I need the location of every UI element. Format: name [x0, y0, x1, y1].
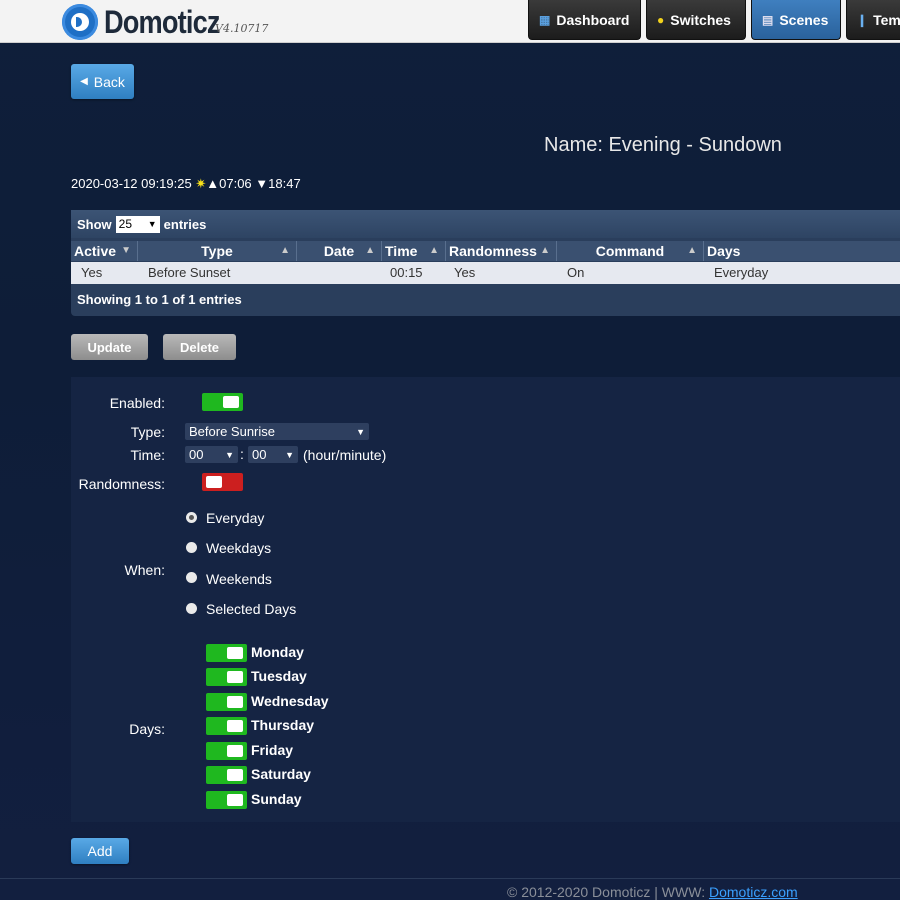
domoticz-logo[interactable]: Domoticz [62, 4, 240, 40]
footer-link[interactable]: Domoticz.com [709, 884, 798, 900]
timers-table: Show 25 ▼ entries Active ▼ Type ▲ Date ▲ Ti… [71, 210, 900, 316]
time-unit-label: (hour/minute) [303, 447, 387, 463]
footer-divider [0, 878, 900, 879]
sunset-time: 18:47 [268, 176, 301, 191]
cell-time: 00:15 [390, 265, 423, 280]
table-length-control: Show 25 ▼ entries [71, 210, 900, 238]
cell-type: Before Sunset [148, 265, 231, 280]
cell-days: Everyday [714, 265, 769, 280]
day-label: Saturday [251, 766, 311, 782]
column-header-days[interactable]: Days [704, 241, 900, 261]
back-button[interactable]: ◀ Back [71, 64, 134, 99]
add-button[interactable]: Add [71, 838, 129, 864]
column-header-type[interactable]: Type ▲ [138, 241, 297, 261]
time-label: Time: [130, 447, 165, 463]
sort-desc-icon: ▼ [121, 245, 131, 256]
day-toggle-wednesday[interactable] [206, 693, 247, 711]
when-option-label: Weekdays [206, 540, 272, 556]
column-header-time[interactable]: Time ▲ [382, 241, 446, 261]
tab-scenes[interactable]: ▤ Scenes [751, 0, 841, 40]
sunrise-time: 07:06 [219, 176, 252, 191]
day-label: Sunday [251, 791, 302, 807]
cell-randomness: Yes [454, 265, 476, 280]
randomness-toggle[interactable] [202, 473, 243, 491]
entries-label: entries [163, 216, 207, 232]
cell-command: On [567, 265, 585, 280]
table-header: Active ▼ Type ▲ Date ▲ Time ▲ Randomness ▲ Co… [71, 241, 900, 261]
column-header-randomness[interactable]: Randomness ▲ [446, 241, 557, 261]
domoticz-logo-icon [62, 4, 98, 40]
when-option-label: Weekends [206, 571, 272, 587]
day-label: Thursday [251, 717, 315, 733]
cell-active: Yes [81, 265, 103, 280]
datetime-bar: 2020-03-12 09:19:25 ✷▲07:06 ▼18:47 [71, 176, 301, 192]
show-label: Show [77, 216, 112, 232]
tab-switches[interactable]: ● Switches [646, 0, 746, 40]
when-radio-weekends[interactable] [186, 572, 197, 583]
day-toggle-sunday[interactable] [206, 791, 247, 809]
current-datetime: 2020-03-12 09:19:25 [71, 176, 192, 191]
sort-icon: ▲ [687, 245, 697, 256]
chevron-down-icon: ▼ [147, 219, 157, 229]
scenes-icon: ▤ [762, 12, 774, 27]
enabled-toggle[interactable] [202, 393, 243, 411]
page-title: Name: Evening - Sundown [544, 134, 782, 156]
delete-button[interactable]: Delete [163, 334, 236, 360]
day-toggle-thursday[interactable] [206, 717, 247, 735]
page-size-select[interactable]: 25 ▼ [115, 215, 160, 233]
type-label: Type: [130, 424, 165, 440]
sunrise-icon: ▲ [206, 176, 220, 191]
sort-icon: ▲ [280, 245, 290, 256]
sort-icon: ▲ [429, 245, 439, 256]
column-header-active[interactable]: Active ▼ [71, 241, 138, 261]
update-button[interactable]: Update [71, 334, 148, 360]
table-row[interactable]: Yes Before Sunset 00:15 Yes On Everyday [71, 262, 900, 284]
chevron-down-icon: ▼ [285, 449, 294, 460]
sunset-icon: ▼ [255, 176, 269, 191]
day-label: Monday [251, 644, 304, 660]
app-version: V4.10717 [215, 22, 269, 35]
day-toggle-monday[interactable] [206, 644, 247, 662]
app-name: Domoticz [104, 3, 220, 40]
when-radio-everyday[interactable] [186, 512, 197, 523]
day-label: Tuesday [251, 668, 307, 684]
enabled-label: Enabled: [109, 395, 165, 411]
thermometer-icon: ❙ [857, 12, 868, 27]
minute-select[interactable]: 00 ▼ [248, 446, 298, 463]
randomness-label: Randomness: [78, 476, 165, 492]
sort-icon: ▲ [365, 245, 375, 256]
top-bar: Domoticz V4.10717 ▦ Dashboard ● Switches… [0, 0, 900, 43]
when-radio-selected-days[interactable] [186, 603, 197, 614]
day-toggle-saturday[interactable] [206, 766, 247, 784]
day-toggle-friday[interactable] [206, 742, 247, 760]
hour-select[interactable]: 00 ▼ [185, 446, 238, 463]
chevron-down-icon: ▼ [356, 426, 365, 437]
tab-temperature[interactable]: ❙ Tem [846, 0, 900, 40]
sun-icon: ✷ [195, 176, 207, 191]
lightbulb-icon: ● [657, 12, 665, 27]
when-option-label: Everyday [206, 510, 265, 526]
day-toggle-tuesday[interactable] [206, 668, 247, 686]
column-header-date[interactable]: Date ▲ [297, 241, 382, 261]
when-radio-weekdays[interactable] [186, 542, 197, 553]
when-label: When: [124, 562, 165, 578]
footer: © 2012-2020 Domoticz | WWW: Domoticz.com [507, 884, 798, 900]
table-info: Showing 1 to 1 of 1 entries [77, 292, 242, 307]
column-header-command[interactable]: Command ▲ [557, 241, 704, 261]
sort-icon: ▲ [540, 245, 550, 256]
cell-date [297, 262, 382, 284]
tab-dashboard[interactable]: ▦ Dashboard [528, 0, 641, 40]
chevron-down-icon: ▼ [225, 449, 234, 460]
timer-form [71, 377, 900, 822]
footer-text: © 2012-2020 Domoticz | WWW: [507, 884, 706, 900]
back-arrow-icon: ◀ [80, 76, 88, 87]
dashboard-icon: ▦ [539, 12, 551, 27]
day-label: Friday [251, 742, 294, 758]
type-select[interactable]: Before Sunrise ▼ [185, 423, 369, 440]
time-separator: : [240, 446, 244, 462]
when-option-label: Selected Days [206, 601, 297, 617]
day-label: Wednesday [251, 693, 329, 709]
days-label: Days: [129, 721, 165, 737]
